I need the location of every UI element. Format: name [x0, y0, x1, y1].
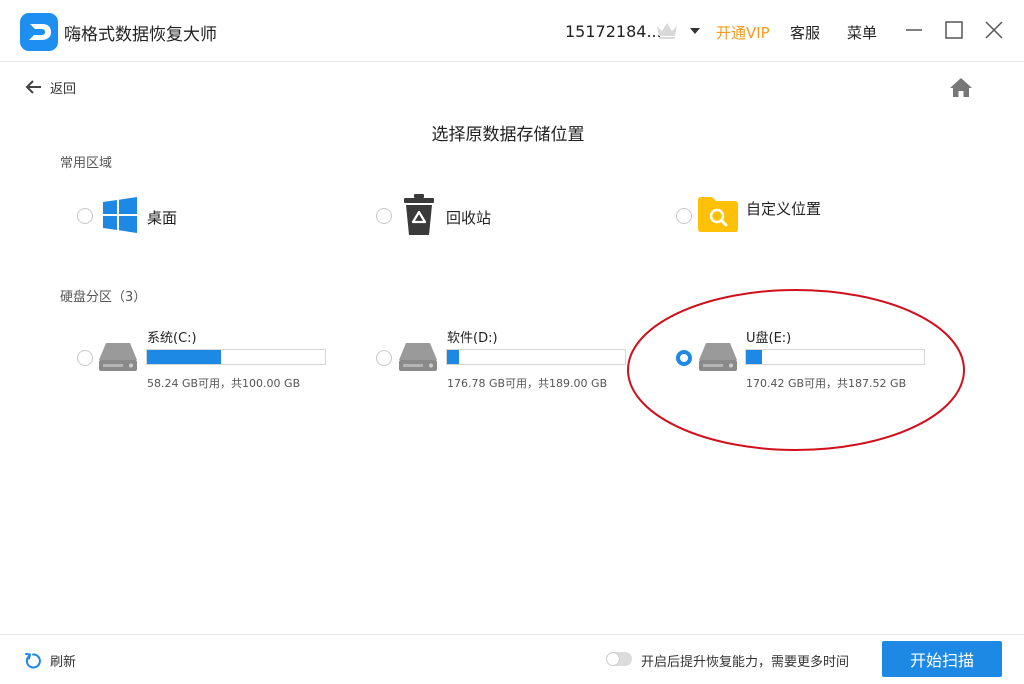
- chevron-down-icon[interactable]: [690, 28, 700, 34]
- back-label: 返回: [50, 81, 77, 97]
- hard-drive-icon: [99, 343, 137, 371]
- maximize-icon: [945, 21, 963, 39]
- disk-d-radio[interactable]: [376, 350, 392, 366]
- desktop-radio[interactable]: [77, 208, 93, 224]
- refresh-label: 刷新: [50, 655, 77, 670]
- refresh-button[interactable]: 刷新: [24, 651, 76, 670]
- app-logo-icon: [20, 13, 58, 51]
- close-button[interactable]: [982, 18, 1006, 42]
- refresh-icon: [25, 652, 41, 668]
- minimize-button[interactable]: [902, 18, 926, 42]
- home-icon[interactable]: [949, 76, 973, 98]
- footer-bar: 刷新 开启后提升恢复能力，需要更多时间 开始扫描: [0, 634, 1024, 684]
- recycle-bin-radio[interactable]: [376, 208, 392, 224]
- disk-d-usage-fill: [447, 350, 459, 364]
- folder-search-icon: [698, 197, 738, 232]
- disk-c-name: 系统(C:): [147, 331, 197, 346]
- open-vip-link[interactable]: 开通VIP: [716, 22, 770, 43]
- recycle-bin-label: 回收站: [446, 209, 492, 227]
- toggle-knob: [607, 653, 619, 665]
- user-id[interactable]: 15172184...: [565, 22, 662, 41]
- arrow-left-icon: [25, 80, 41, 94]
- annotation-ellipse: [627, 289, 965, 451]
- title-bar: 嗨格式数据恢复大师 15172184... 开通VIP 客服 菜单: [0, 0, 1024, 62]
- enhanced-recovery-toggle[interactable]: [606, 652, 632, 666]
- recycle-bin-icon: [404, 194, 434, 235]
- custom-location-label: 自定义位置: [746, 200, 822, 218]
- disk-c-radio[interactable]: [77, 350, 93, 366]
- hard-drive-icon: [399, 343, 437, 371]
- customer-service-link[interactable]: 客服: [790, 22, 820, 43]
- back-button[interactable]: 返回: [24, 76, 76, 98]
- app-title: 嗨格式数据恢复大师: [64, 25, 217, 45]
- desktop-label: 桌面: [147, 209, 178, 227]
- disk-e-radio[interactable]: [676, 350, 692, 366]
- common-section-label: 常用区域: [60, 156, 113, 171]
- close-icon: [985, 21, 1003, 39]
- disk-d-usage-bar: [446, 349, 626, 365]
- start-scan-button[interactable]: 开始扫描: [882, 641, 1002, 677]
- disk-section-label: 硬盘分区（3）: [60, 290, 147, 305]
- disk-e-name: U盘(E:): [746, 331, 792, 346]
- disk-c-usage-fill: [147, 350, 222, 364]
- disk-e-usage-fill: [746, 350, 763, 364]
- hard-drive-icon: [699, 343, 737, 371]
- disk-e-info: 170.42 GB可用，共187.52 GB: [746, 377, 907, 390]
- windows-icon: [103, 197, 137, 233]
- crown-icon: [657, 23, 677, 39]
- disk-d-name: 软件(D:): [447, 331, 498, 346]
- disk-c-info: 58.24 GB可用，共100.00 GB: [147, 377, 301, 390]
- custom-location-radio[interactable]: [676, 208, 692, 224]
- maximize-button[interactable]: [942, 18, 966, 42]
- page-title: 选择原数据存储位置: [431, 125, 585, 145]
- menu-link[interactable]: 菜单: [847, 22, 877, 43]
- disk-e-usage-bar: [745, 349, 925, 365]
- disk-c-usage-bar: [146, 349, 326, 365]
- minimize-icon: [906, 29, 922, 31]
- enhanced-recovery-label: 开启后提升恢复能力，需要更多时间: [641, 655, 850, 670]
- disk-d-info: 176.78 GB可用，共189.00 GB: [447, 377, 608, 390]
